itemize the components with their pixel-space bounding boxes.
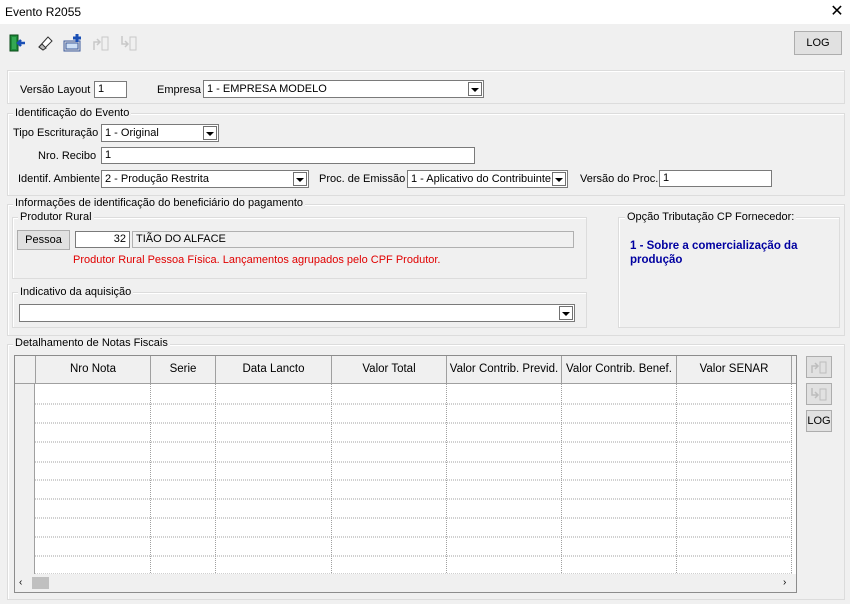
grid-move-down-icon[interactable]	[806, 383, 832, 405]
scroll-left-icon[interactable]: ‹	[19, 577, 22, 588]
empresa-label: Empresa	[157, 84, 202, 96]
pessoa-button[interactable]: Pessoa	[17, 230, 70, 250]
recibo-label: Nro. Recibo	[38, 150, 97, 162]
window-title: Evento R2055	[5, 5, 82, 19]
produtor-message: Produtor Rural Pessoa Física. Lançamento…	[73, 254, 441, 266]
col-header-serie[interactable]: Serie	[151, 356, 216, 384]
empresa-value: 1 - EMPRESA MODELO	[207, 83, 327, 95]
chevron-down-icon[interactable]	[552, 172, 566, 186]
chevron-down-icon[interactable]	[559, 306, 573, 320]
tipo-select[interactable]: 1 - Original	[101, 124, 219, 142]
col-header-nro-nota[interactable]: Nro Nota	[36, 356, 151, 384]
grid-lines	[15, 384, 793, 575]
produtor-group	[12, 217, 587, 279]
move-down-icon[interactable]	[117, 31, 141, 55]
aquisicao-title: Indicativo da aquisição	[18, 286, 134, 298]
col-header-valor-total[interactable]: Valor Total	[332, 356, 447, 384]
notas-grid[interactable]: Nro Nota Serie Data Lancto Valor Total V…	[14, 355, 797, 593]
versao-layout-label: Versão Layout	[20, 84, 91, 96]
title-bar	[0, 0, 850, 24]
opcao-title: Opção Tributação CP Fornecedor:	[625, 211, 797, 223]
pessoa-code-input[interactable]: 32	[75, 231, 130, 248]
grid-log-button[interactable]: LOG	[806, 410, 832, 432]
close-button[interactable]: ✕	[826, 1, 848, 23]
ambiente-value: 2 - Produção Restrita	[105, 173, 209, 185]
chevron-down-icon[interactable]	[468, 82, 482, 96]
log-button[interactable]: LOG	[794, 31, 842, 55]
versao-proc-label: Versão do Proc.	[580, 173, 659, 185]
versao-proc-input[interactable]: 1	[659, 170, 772, 187]
grid-move-up-icon[interactable]	[806, 356, 832, 378]
horizontal-scrollbar[interactable]: ‹ ›	[15, 574, 796, 592]
event-window: Evento R2055 ✕ LOG Versão Layout 1 Empre…	[0, 0, 850, 604]
proc-select[interactable]: 1 - Aplicativo do Contribuinte	[407, 170, 568, 188]
grid-corner	[15, 356, 36, 384]
tipo-label: Tipo Escrituração	[13, 127, 99, 139]
beneficiario-title: Informações de identificação do benefici…	[13, 197, 306, 209]
eraser-icon[interactable]	[33, 31, 57, 55]
tipo-value: 1 - Original	[105, 127, 159, 139]
identificacao-title: Identificação do Evento	[13, 107, 132, 119]
ambiente-select[interactable]: 2 - Produção Restrita	[101, 170, 309, 188]
row-indicator-column	[15, 384, 35, 574]
col-header-extra	[792, 356, 796, 384]
pessoa-name-field: TIÃO DO ALFACE	[132, 231, 574, 248]
add-record-icon[interactable]	[61, 31, 85, 55]
col-header-valor-benef[interactable]: Valor Contrib. Benef.	[562, 356, 677, 384]
col-header-valor-senar[interactable]: Valor SENAR	[677, 356, 792, 384]
chevron-down-icon[interactable]	[293, 172, 307, 186]
scrollbar-thumb[interactable]	[32, 577, 49, 589]
chevron-down-icon[interactable]	[203, 126, 217, 140]
proc-value: 1 - Aplicativo do Contribuinte	[411, 173, 552, 185]
versao-layout-input[interactable]: 1	[94, 81, 127, 98]
ambiente-label: Identif. Ambiente	[18, 173, 100, 185]
scroll-right-icon[interactable]: ›	[783, 577, 786, 588]
aquisicao-select[interactable]	[19, 304, 575, 322]
produtor-title: Produtor Rural	[18, 211, 94, 223]
move-up-icon[interactable]	[89, 31, 113, 55]
col-header-valor-previd[interactable]: Valor Contrib. Previd.	[447, 356, 562, 384]
opcao-value: 1 - Sobre a comercialização da produção	[630, 240, 798, 266]
proc-label: Proc. de Emissão	[319, 173, 406, 185]
empresa-select[interactable]: 1 - EMPRESA MODELO	[203, 80, 484, 98]
opcao-group	[618, 217, 840, 328]
notas-title: Detalhamento de Notas Fiscais	[13, 337, 170, 349]
exit-icon[interactable]	[5, 31, 29, 55]
col-header-data-lancto[interactable]: Data Lancto	[216, 356, 332, 384]
recibo-input[interactable]: 1	[101, 147, 475, 164]
